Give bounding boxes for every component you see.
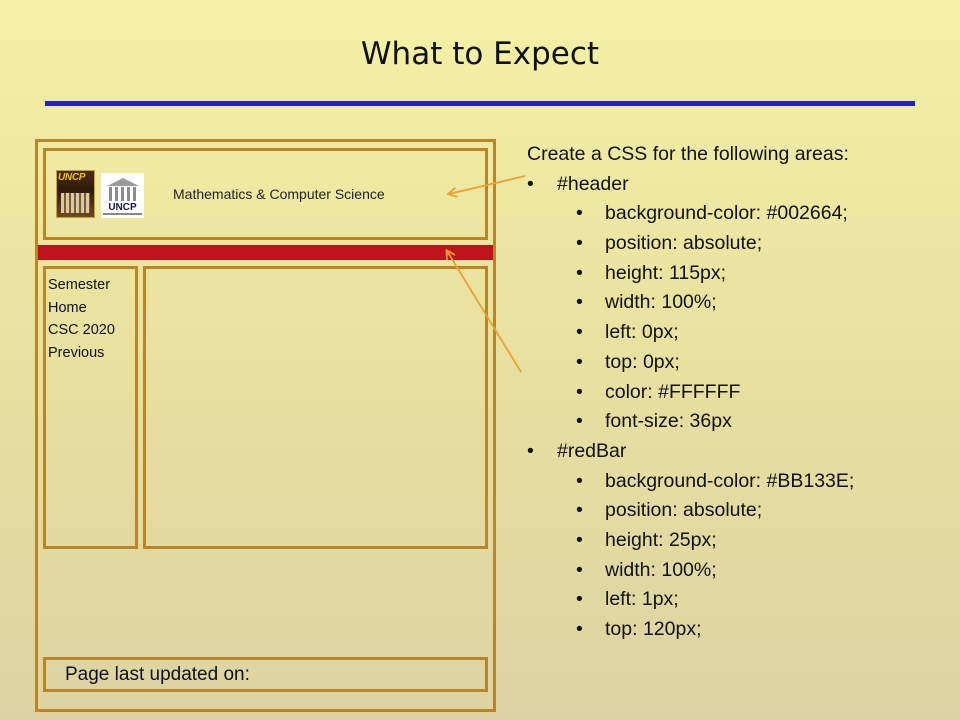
css-rule: left: 0px; bbox=[605, 321, 679, 344]
css-rule: top: 0px; bbox=[605, 350, 680, 373]
bullet-icon: • bbox=[576, 232, 583, 255]
css-rule: background-color: #002664; bbox=[605, 202, 848, 225]
selector-header: #header bbox=[557, 172, 629, 195]
css-rule-item: • top: 120px; bbox=[527, 615, 854, 645]
uncp-seal-text: UNCP bbox=[108, 202, 137, 213]
bullet-icon: • bbox=[576, 410, 583, 433]
css-rule: position: absolute; bbox=[605, 499, 763, 522]
css-rule-item: • width: 100%; bbox=[527, 556, 854, 586]
css-rule-item: • position: absolute; bbox=[527, 496, 854, 526]
nav-item-semester[interactable]: Semester bbox=[48, 274, 115, 297]
css-rule-item: • height: 25px; bbox=[527, 526, 854, 556]
bullet-icon: • bbox=[576, 588, 583, 611]
css-rule-item: • font-size: 36px bbox=[527, 407, 854, 437]
bullet-icon: • bbox=[576, 380, 583, 403]
css-rule: top: 120px; bbox=[605, 618, 702, 640]
nav-item-home[interactable]: Home bbox=[48, 297, 115, 320]
nav-item-csc-2020[interactable]: CSC 2020 bbox=[48, 319, 115, 342]
css-rule: width: 100%; bbox=[605, 291, 717, 314]
bullet-icon: • bbox=[576, 618, 583, 640]
css-notes: Create a CSS for the following areas: • #… bbox=[527, 140, 854, 645]
uncp-logo-text: UNCP bbox=[58, 172, 86, 183]
selector-redbar: #redBar bbox=[557, 439, 627, 462]
bullet-icon: • bbox=[576, 499, 583, 522]
selector-header-item: • #header bbox=[527, 170, 854, 200]
bullet-icon: • bbox=[576, 321, 583, 344]
content-area bbox=[143, 266, 488, 549]
uncp-logo: UNCP bbox=[56, 170, 95, 218]
css-rule: height: 25px; bbox=[605, 528, 717, 551]
css-rule: width: 100%; bbox=[605, 558, 717, 581]
bullet-icon: • bbox=[576, 261, 583, 284]
uncp-seal-logo: UNCP bbox=[101, 173, 144, 218]
bullet-icon: • bbox=[576, 202, 583, 225]
css-rule-item: • left: 1px; bbox=[527, 585, 854, 615]
bullet-icon: • bbox=[576, 350, 583, 373]
bullet-icon: • bbox=[527, 439, 534, 462]
building-image bbox=[61, 193, 90, 213]
css-rule: position: absolute; bbox=[605, 232, 763, 255]
title-underline bbox=[45, 101, 915, 106]
css-rule: color: #FFFFFF bbox=[605, 380, 741, 403]
css-rule-item: • left: 0px; bbox=[527, 318, 854, 348]
css-rule-item: • height: 115px; bbox=[527, 259, 854, 289]
css-rule: background-color: #BB133E; bbox=[605, 469, 855, 492]
bullet-icon: • bbox=[576, 528, 583, 551]
css-rule: height: 115px; bbox=[605, 261, 727, 284]
css-rule-item: • background-color: #002664; bbox=[527, 199, 854, 229]
red-bar bbox=[38, 245, 493, 260]
css-rule: font-size: 36px bbox=[605, 410, 732, 433]
nav-item-previous[interactable]: Previous bbox=[48, 342, 115, 365]
css-rule-item: • position: absolute; bbox=[527, 229, 854, 259]
bullet-icon: • bbox=[576, 469, 583, 492]
css-rule-item: • top: 0px; bbox=[527, 348, 854, 378]
css-rule-item: • background-color: #BB133E; bbox=[527, 467, 854, 497]
header-department-text: Mathematics & Computer Science bbox=[173, 186, 385, 202]
bullet-icon: • bbox=[576, 558, 583, 581]
css-rule-item: • width: 100%; bbox=[527, 288, 854, 318]
selector-redbar-item: • #redBar bbox=[527, 437, 854, 467]
bullet-icon: • bbox=[576, 291, 583, 314]
footer-text: Page last updated on: bbox=[65, 664, 250, 685]
css-rule-item: • color: #FFFFFF bbox=[527, 378, 854, 408]
bullet-icon: • bbox=[527, 172, 534, 195]
slide-title: What to Expect bbox=[360, 36, 600, 72]
notes-intro: Create a CSS for the following areas: bbox=[527, 143, 849, 165]
css-rule: left: 1px; bbox=[605, 588, 679, 611]
nav-list: Semester Home CSC 2020 Previous bbox=[48, 274, 115, 364]
